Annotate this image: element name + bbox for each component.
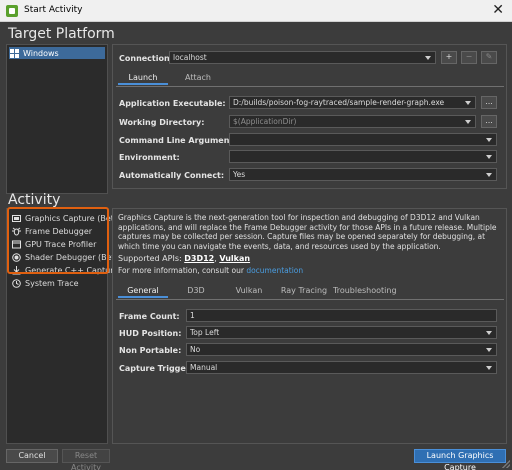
- auto-connect-value: Yes: [233, 170, 246, 179]
- chevron-down-icon: [486, 366, 492, 370]
- activity-item-label: System Trace: [25, 278, 79, 288]
- args-label: Command Line Arguments:: [119, 136, 242, 145]
- api-d3d12: D3D12: [184, 254, 215, 263]
- auto-connect-select[interactable]: Yes: [229, 168, 497, 181]
- tab-attach[interactable]: Attach: [175, 71, 221, 85]
- supported-apis: Supported APIs: D3D12, Vulkan: [118, 254, 502, 264]
- working-dir-placeholder: $(ApplicationDir): [233, 117, 297, 126]
- activity-description: Graphics Capture is the next-generation …: [118, 213, 502, 275]
- activity-item-system-trace[interactable]: System Trace: [11, 277, 79, 289]
- chevron-down-icon: [486, 331, 492, 335]
- tab-d3d[interactable]: D3D: [176, 284, 216, 298]
- non-portable-select[interactable]: No: [186, 343, 497, 356]
- tab-launch[interactable]: Launch: [118, 71, 168, 85]
- cancel-button[interactable]: Cancel: [6, 449, 58, 463]
- hud-position-select[interactable]: Top Left: [186, 326, 497, 339]
- chevron-down-icon: [486, 173, 492, 177]
- tab-troubleshooting[interactable]: Troubleshooting: [333, 284, 397, 298]
- chevron-down-icon: [465, 120, 471, 124]
- tab-vulkan[interactable]: Vulkan: [226, 284, 272, 298]
- platform-item-label: Windows: [23, 48, 59, 58]
- chevron-down-icon: [486, 138, 492, 142]
- working-dir-label: Working Directory:: [119, 118, 205, 127]
- add-connection-button[interactable]: +: [441, 51, 457, 64]
- windows-icon: [9, 48, 19, 58]
- environment-input[interactable]: [229, 150, 497, 163]
- working-dir-input[interactable]: $(ApplicationDir): [229, 115, 476, 128]
- clock-icon: [11, 278, 21, 288]
- capture-trigger-value: Manual: [190, 363, 218, 372]
- tab-ray-tracing[interactable]: Ray Tracing: [280, 284, 328, 298]
- connection-label: Connection:: [119, 54, 173, 63]
- chevron-down-icon: [465, 101, 471, 105]
- remove-connection-button[interactable]: −: [461, 51, 477, 64]
- browse-executable-button[interactable]: ...: [481, 96, 497, 109]
- chevron-down-icon: [486, 348, 492, 352]
- window-title: Start Activity: [24, 5, 83, 15]
- apis-prefix: Supported APIs:: [118, 254, 185, 263]
- platform-item-windows[interactable]: Windows: [9, 47, 105, 59]
- window-title-bar: Start Activity ✕: [0, 0, 512, 22]
- reset-activity-button[interactable]: Reset Activity: [62, 449, 110, 470]
- activity-highlight-box: [7, 207, 109, 274]
- edit-connection-button[interactable]: ✎: [481, 51, 497, 64]
- target-platform-heading: Target Platform: [8, 26, 115, 42]
- hud-position-value: Top Left: [190, 328, 220, 337]
- platform-list: Windows: [6, 44, 108, 194]
- close-icon[interactable]: ✕: [492, 2, 504, 18]
- hud-position-label: HUD Position:: [119, 329, 182, 338]
- frame-count-input[interactable]: 1: [186, 309, 497, 322]
- app-icon: [6, 5, 18, 17]
- capture-trigger-label: Capture Trigger:: [119, 364, 193, 373]
- chevron-down-icon: [486, 155, 492, 159]
- launch-button[interactable]: Launch Graphics Capture: [414, 449, 506, 470]
- tab-divider: [116, 86, 504, 87]
- executable-label: Application Executable:: [119, 99, 226, 108]
- frame-count-value: 1: [190, 311, 195, 320]
- activity-heading: Activity: [8, 192, 61, 208]
- executable-value: D:/builds/poison-fog-raytraced/sample-re…: [233, 98, 445, 107]
- args-input[interactable]: [229, 133, 497, 146]
- more-prefix: For more information, consult our: [118, 265, 247, 275]
- capture-trigger-select[interactable]: Manual: [186, 361, 497, 374]
- non-portable-label: Non Portable:: [119, 346, 182, 355]
- executable-input[interactable]: D:/builds/poison-fog-raytraced/sample-re…: [229, 96, 476, 109]
- connection-value: localhost: [173, 53, 207, 62]
- settings-tab-divider: [116, 299, 504, 300]
- browse-working-dir-button[interactable]: ...: [481, 115, 497, 128]
- documentation-link[interactable]: documentation: [246, 266, 303, 275]
- environment-label: Environment:: [119, 153, 180, 162]
- connection-select[interactable]: localhost: [169, 51, 436, 64]
- api-vulkan: Vulkan: [219, 254, 251, 263]
- non-portable-value: No: [190, 345, 201, 354]
- more-info: For more information, consult our docume…: [118, 266, 502, 276]
- tab-general[interactable]: General: [118, 284, 168, 298]
- chevron-down-icon: [425, 56, 431, 60]
- resize-grip-icon[interactable]: [502, 460, 510, 468]
- auto-connect-label: Automatically Connect:: [119, 171, 225, 180]
- frame-count-label: Frame Count:: [119, 312, 180, 321]
- description-paragraph: Graphics Capture is the next-generation …: [118, 213, 497, 251]
